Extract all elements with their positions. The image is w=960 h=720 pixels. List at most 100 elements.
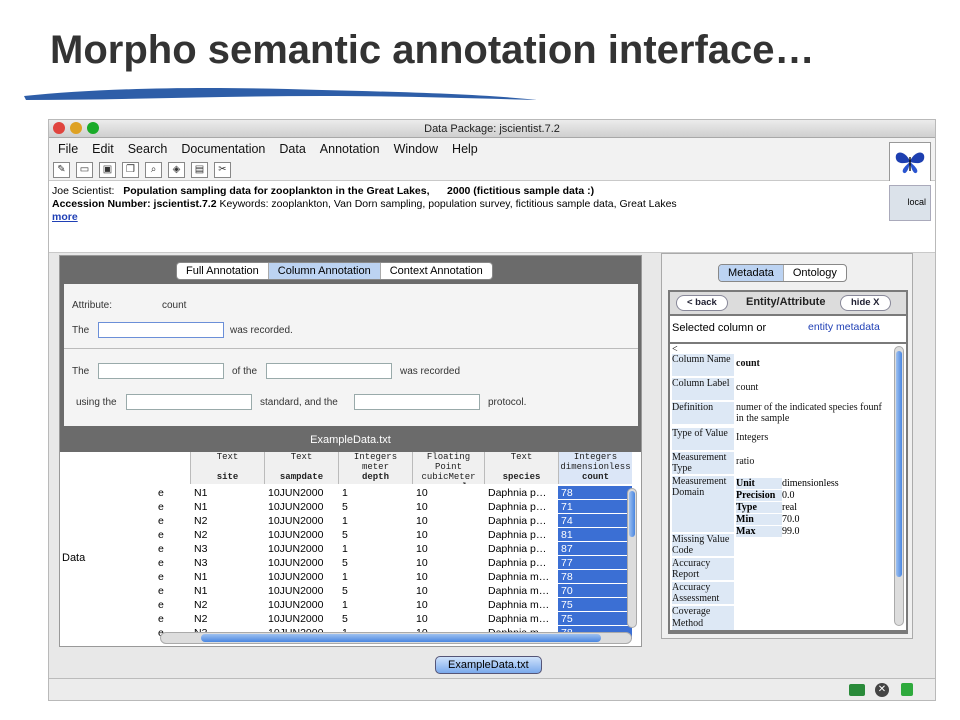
table-cell[interactable]: 5 bbox=[342, 556, 410, 570]
table-cell[interactable]: 10JUN2000 bbox=[268, 528, 336, 542]
table-cell[interactable]: N2 bbox=[194, 598, 262, 612]
table-cell[interactable]: Daphnia p… bbox=[488, 528, 556, 542]
horizontal-scrollbar[interactable] bbox=[160, 632, 632, 644]
table-cell[interactable]: 1 bbox=[342, 486, 410, 500]
table-cell[interactable]: N1 bbox=[194, 584, 262, 598]
table-cell[interactable]: 10 bbox=[416, 598, 482, 612]
table-cell[interactable]: 5 bbox=[342, 584, 410, 598]
table-cell[interactable]: 71 bbox=[558, 500, 632, 514]
menu-edit[interactable]: Edit bbox=[85, 142, 121, 156]
table-cell[interactable]: Daphnia p… bbox=[488, 542, 556, 556]
table-cell[interactable]: N3 bbox=[194, 556, 262, 570]
table-cell[interactable]: 75 bbox=[558, 612, 632, 626]
vertical-scroll-thumb[interactable] bbox=[629, 491, 635, 537]
table-cell[interactable]: 10 bbox=[416, 514, 482, 528]
table-cell[interactable]: Daphnia m… bbox=[488, 598, 556, 612]
menu-help[interactable]: Help bbox=[445, 142, 485, 156]
table-cell[interactable]: 10JUN2000 bbox=[268, 598, 336, 612]
menu-window[interactable]: Window bbox=[387, 142, 445, 156]
zoom-window-button[interactable] bbox=[87, 122, 99, 134]
table-cell[interactable]: 10 bbox=[416, 556, 482, 570]
table-cell[interactable]: 1 bbox=[342, 570, 410, 584]
table-cell[interactable]: 10 bbox=[416, 612, 482, 626]
menu-annotation[interactable]: Annotation bbox=[313, 142, 387, 156]
table-cell[interactable]: 81 bbox=[558, 528, 632, 542]
table-cell[interactable]: 10JUN2000 bbox=[268, 514, 336, 528]
copy-icon[interactable]: ❐ bbox=[122, 161, 139, 178]
save-icon[interactable]: ▣ bbox=[99, 161, 116, 178]
table-cell[interactable]: 10JUN2000 bbox=[268, 612, 336, 626]
dataset-tab-button[interactable]: ExampleData.txt bbox=[435, 656, 542, 674]
column-header-2[interactable]: Integers meter depth bbox=[338, 452, 412, 484]
table-cell[interactable]: 10 bbox=[416, 528, 482, 542]
network-icon[interactable]: ◈ bbox=[168, 161, 185, 178]
vertical-scrollbar[interactable] bbox=[627, 488, 637, 628]
table-cell[interactable]: 10 bbox=[416, 570, 482, 584]
table-cell[interactable]: 1 bbox=[342, 514, 410, 528]
menu-search[interactable]: Search bbox=[121, 142, 175, 156]
table-cell[interactable]: 87 bbox=[558, 542, 632, 556]
characteristic-field[interactable] bbox=[98, 322, 224, 338]
hide-button[interactable]: hide X bbox=[840, 295, 891, 311]
table-cell[interactable]: 5 bbox=[342, 528, 410, 542]
print-icon[interactable]: ▤ bbox=[191, 161, 208, 178]
search-icon[interactable]: ⌕ bbox=[145, 161, 162, 178]
tab-column-annotation[interactable]: Column Annotation bbox=[268, 263, 381, 279]
entity-metadata-link[interactable]: entity metadata bbox=[808, 321, 880, 333]
tab-ontology[interactable]: Ontology bbox=[784, 265, 846, 281]
close-window-button[interactable] bbox=[53, 122, 65, 134]
back-button[interactable]: < back bbox=[676, 295, 728, 311]
menu-file[interactable]: File bbox=[51, 142, 85, 156]
new-document-icon[interactable]: ✎ bbox=[53, 161, 70, 178]
table-cell[interactable]: N2 bbox=[194, 528, 262, 542]
entity-field[interactable] bbox=[266, 363, 392, 379]
table-cell[interactable]: 10JUN2000 bbox=[268, 570, 336, 584]
column-header-0[interactable]: Text site bbox=[190, 452, 264, 484]
table-cell[interactable]: N2 bbox=[194, 514, 262, 528]
table-cell[interactable]: 10 bbox=[416, 486, 482, 500]
table-cell[interactable]: 70 bbox=[558, 584, 632, 598]
more-link[interactable]: more bbox=[52, 211, 78, 223]
table-cell[interactable]: 78 bbox=[558, 486, 632, 500]
stop-icon[interactable]: ✕ bbox=[875, 683, 889, 697]
metadata-vertical-scrollbar[interactable] bbox=[894, 346, 904, 626]
table-cell[interactable]: N1 bbox=[194, 486, 262, 500]
table-cell[interactable]: 1 bbox=[342, 598, 410, 612]
measurement-field[interactable] bbox=[98, 363, 224, 379]
table-cell[interactable]: 10JUN2000 bbox=[268, 556, 336, 570]
table-cell[interactable]: N1 bbox=[194, 500, 262, 514]
table-cell[interactable]: N2 bbox=[194, 612, 262, 626]
horizontal-scroll-thumb[interactable] bbox=[201, 634, 601, 642]
table-cell[interactable]: 10 bbox=[416, 542, 482, 556]
tab-full-annotation[interactable]: Full Annotation bbox=[177, 263, 269, 279]
column-header-3[interactable]: Floating PointcubicMetersampvol bbox=[412, 452, 484, 484]
table-cell[interactable]: 5 bbox=[342, 500, 410, 514]
column-header-4[interactable]: Text species bbox=[484, 452, 558, 484]
table-cell[interactable]: 5 bbox=[342, 612, 410, 626]
table-cell[interactable]: 74 bbox=[558, 514, 632, 528]
table-cell[interactable]: Daphnia p… bbox=[488, 486, 556, 500]
menu-documentation[interactable]: Documentation bbox=[174, 142, 272, 156]
table-cell[interactable]: Daphnia p… bbox=[488, 500, 556, 514]
menu-data[interactable]: Data bbox=[272, 142, 312, 156]
table-cell[interactable]: 75 bbox=[558, 598, 632, 612]
table-cell[interactable]: 1 bbox=[342, 542, 410, 556]
column-header-5[interactable]: Integers dimensionless count bbox=[558, 452, 632, 484]
metadata-scroll-thumb[interactable] bbox=[896, 351, 902, 577]
column-header-1[interactable]: Text sampdate bbox=[264, 452, 338, 484]
table-cell[interactable]: N1 bbox=[194, 570, 262, 584]
table-cell[interactable]: Daphnia m… bbox=[488, 570, 556, 584]
table-cell[interactable]: 77 bbox=[558, 556, 632, 570]
tab-metadata[interactable]: Metadata bbox=[719, 265, 784, 281]
tab-context-annotation[interactable]: Context Annotation bbox=[381, 263, 492, 279]
table-cell[interactable]: 10JUN2000 bbox=[268, 500, 336, 514]
table-cell[interactable]: Daphnia p… bbox=[488, 514, 556, 528]
minimize-window-button[interactable] bbox=[70, 122, 82, 134]
table-cell[interactable]: 10 bbox=[416, 584, 482, 598]
table-cell[interactable]: 10JUN2000 bbox=[268, 542, 336, 556]
open-folder-icon[interactable]: ▭ bbox=[76, 161, 93, 178]
table-cell[interactable]: 78 bbox=[558, 570, 632, 584]
standard-field[interactable] bbox=[126, 394, 252, 410]
table-cell[interactable]: Daphnia p… bbox=[488, 556, 556, 570]
table-cell[interactable]: N3 bbox=[194, 542, 262, 556]
